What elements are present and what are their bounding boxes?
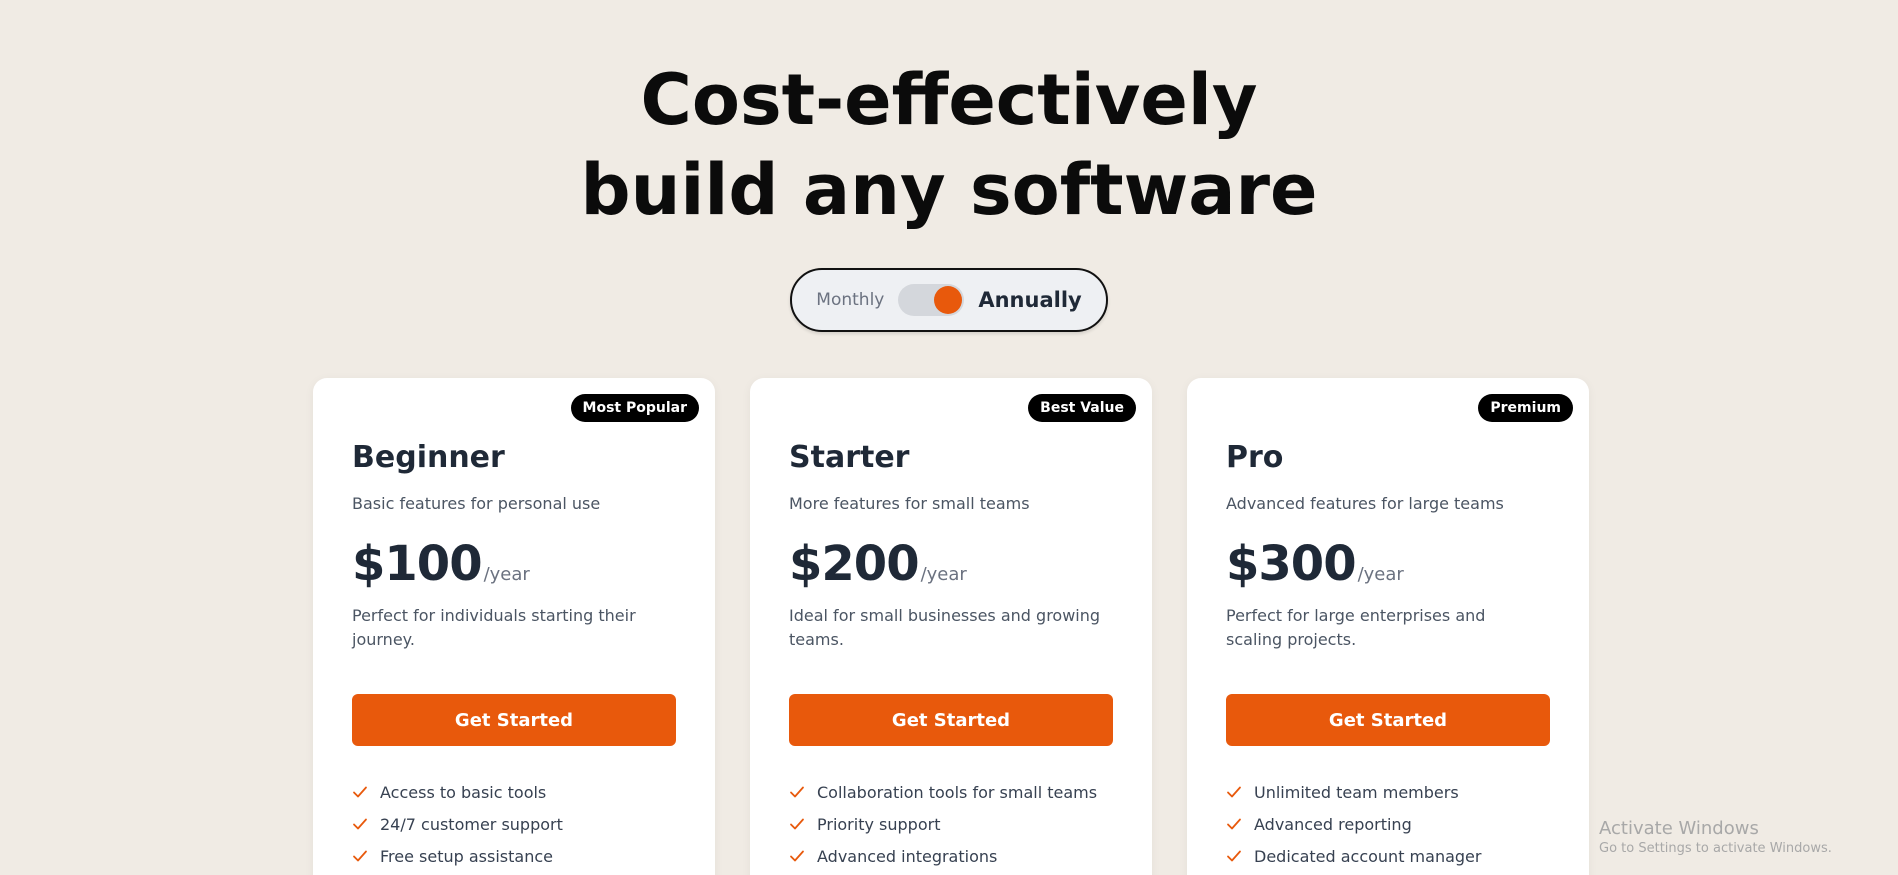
feature-item: Access to basic tools: [352, 776, 563, 808]
get-started-button[interactable]: Get Started: [789, 694, 1113, 746]
plan-badge: Most Popular: [570, 394, 699, 422]
feature-item: Advanced integrations: [789, 840, 1097, 872]
feature-item: Unlimited team members: [1226, 776, 1481, 808]
hero-heading: Cost-effectively build any software: [0, 55, 1898, 235]
feature-item: Advanced reporting: [1226, 808, 1481, 840]
price-period: /year: [483, 564, 530, 585]
plan-note: Ideal for small businesses and growing t…: [789, 606, 1101, 649]
plan-description: Basic features for personal use: [352, 494, 601, 513]
plan-name: Starter: [789, 440, 910, 475]
feature-list: Collaboration tools for small teams Prio…: [789, 776, 1097, 872]
feature-item: Collaboration tools for small teams: [789, 776, 1097, 808]
plan-description: Advanced features for large teams: [1226, 494, 1504, 513]
feature-text: 24/7 customer support: [380, 814, 563, 834]
get-started-button[interactable]: Get Started: [352, 694, 676, 746]
plan-price: $300: [1226, 536, 1357, 592]
feature-item: Free setup assistance: [352, 840, 563, 872]
watermark-title: Activate Windows: [1599, 818, 1759, 839]
plan-note: Perfect for large enterprises and scalin…: [1226, 606, 1486, 649]
plan-badge: Premium: [1478, 394, 1573, 422]
feature-text: Dedicated account manager: [1254, 846, 1482, 866]
pricing-card-pro: Premium Pro Advanced features for large …: [1187, 378, 1589, 875]
check-icon: [1227, 786, 1241, 798]
check-icon: [1227, 850, 1241, 862]
feature-text: Advanced reporting: [1254, 814, 1412, 834]
price-row: $100 /year: [352, 536, 530, 592]
feature-item: 24/7 customer support: [352, 808, 563, 840]
plan-description: More features for small teams: [789, 494, 1030, 513]
feature-text: Unlimited team members: [1254, 782, 1459, 802]
plan-name: Pro: [1226, 440, 1284, 475]
price-row: $300 /year: [1226, 536, 1404, 592]
feature-text: Advanced integrations: [817, 846, 998, 866]
plan-badge: Best Value: [1028, 394, 1136, 422]
switch-knob: [934, 286, 963, 314]
plan-price: $100: [352, 536, 483, 592]
hero-title-line-2: build any software: [580, 149, 1318, 231]
windows-activation-watermark: Activate Windows Go to Settings to activ…: [1599, 818, 1832, 858]
check-icon: [790, 850, 804, 862]
watermark-subtitle: Go to Settings to activate Windows.: [1599, 841, 1832, 856]
plan-name: Beginner: [352, 440, 505, 475]
plan-price: $200: [789, 536, 920, 592]
check-icon: [353, 786, 367, 798]
check-icon: [790, 818, 804, 830]
feature-text: Collaboration tools for small teams: [817, 782, 1098, 802]
plan-note: Perfect for individuals starting their j…: [352, 606, 636, 649]
feature-item: Dedicated account manager: [1226, 840, 1481, 872]
monthly-option[interactable]: Monthly: [816, 290, 884, 310]
get-started-button[interactable]: Get Started: [1226, 694, 1550, 746]
billing-switch[interactable]: [898, 284, 965, 316]
annually-option[interactable]: Annually: [978, 288, 1081, 312]
hero-title-line-1: Cost-effectively: [640, 59, 1258, 141]
check-icon: [353, 818, 367, 830]
feature-text: Access to basic tools: [380, 782, 547, 802]
billing-toggle: Monthly Annually: [790, 268, 1108, 332]
feature-item: Priority support: [789, 808, 1097, 840]
check-icon: [790, 786, 804, 798]
feature-text: Free setup assistance: [380, 846, 553, 866]
price-period: /year: [1357, 564, 1404, 585]
check-icon: [353, 850, 367, 862]
pricing-card-beginner: Most Popular Beginner Basic features for…: [313, 378, 715, 875]
check-icon: [1227, 818, 1241, 830]
pricing-card-starter: Best Value Starter More features for sma…: [750, 378, 1152, 875]
pricing-page: Cost-effectively build any software Mont…: [0, 0, 1898, 875]
feature-text: Priority support: [817, 814, 941, 834]
price-row: $200 /year: [789, 536, 967, 592]
price-period: /year: [920, 564, 967, 585]
feature-list: Access to basic tools 24/7 customer supp…: [352, 776, 563, 872]
feature-list: Unlimited team members Advanced reportin…: [1226, 776, 1481, 872]
